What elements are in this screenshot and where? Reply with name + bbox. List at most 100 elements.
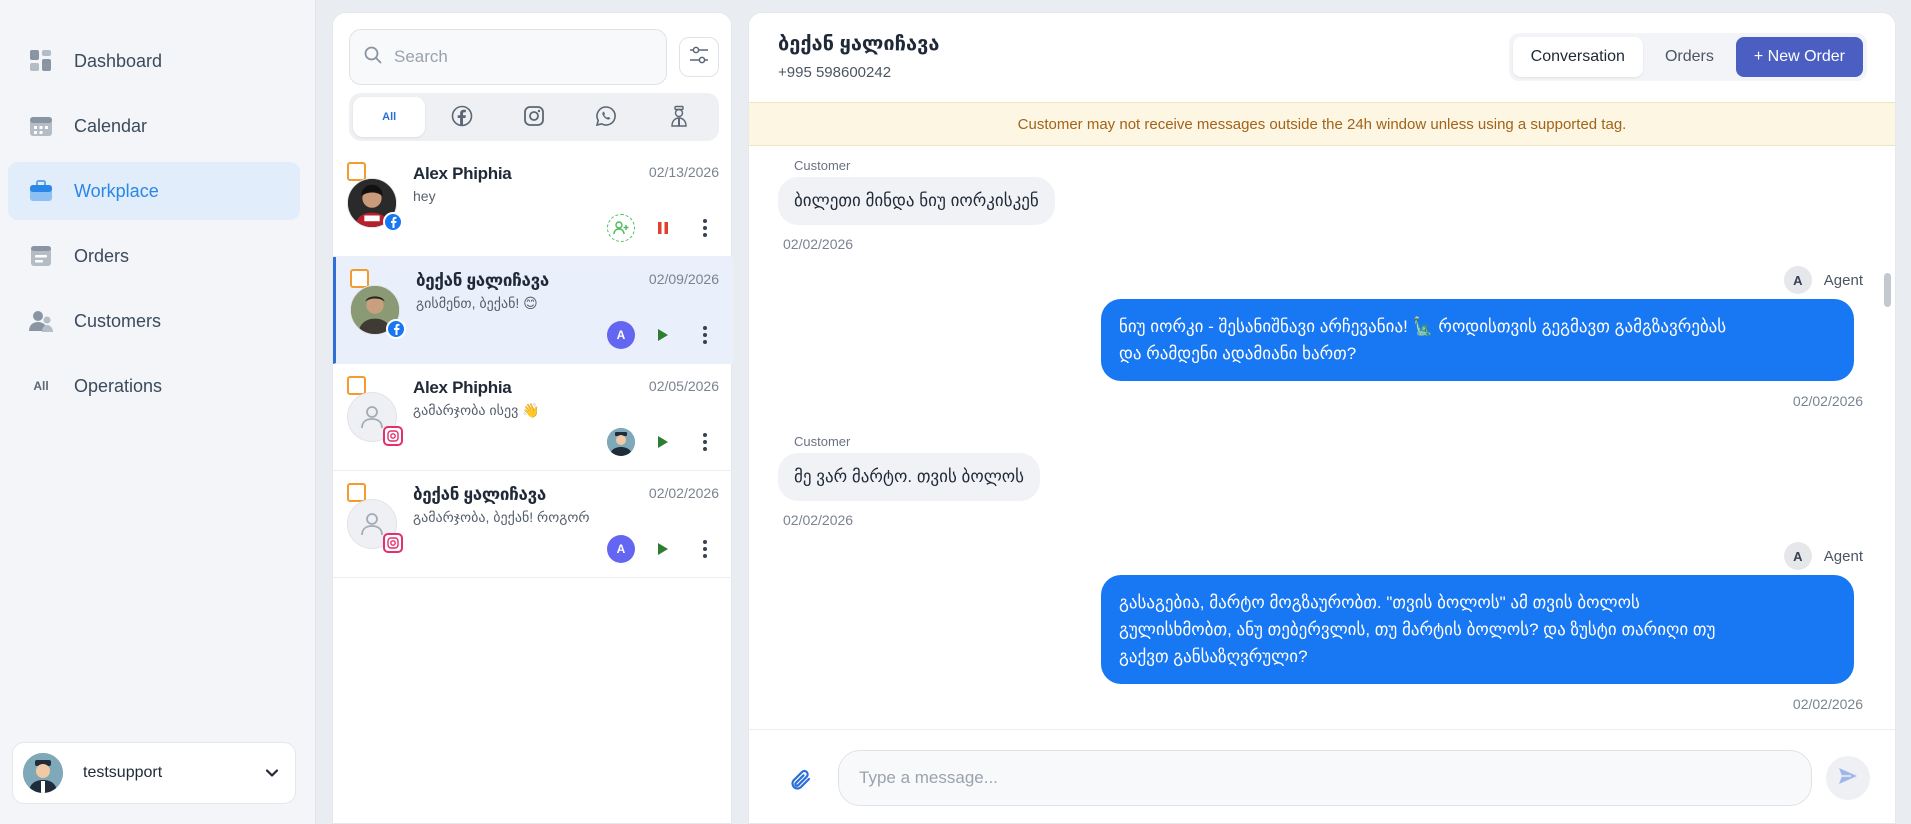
- conversation-item[interactable]: Alex Phiphia hey 02/13/2026: [333, 150, 733, 257]
- message-line: გასაგებია, მარტო მოგზაურობთ. "თვის ბოლოს…: [1119, 593, 1640, 612]
- agent-avatar: A: [1783, 266, 1812, 294]
- play-icon[interactable]: [649, 321, 677, 349]
- nav-item-dashboard[interactable]: Dashboard: [8, 32, 300, 90]
- select-checkbox[interactable]: [347, 483, 366, 502]
- nav-item-operations[interactable]: All Operations: [8, 357, 300, 415]
- calendar-icon: [28, 113, 54, 139]
- chat-panel: ბექან ყალიჩავა +995 598600242 Conversati…: [748, 12, 1896, 824]
- tab-conversation[interactable]: Conversation: [1512, 37, 1643, 77]
- chat-header: ბექან ყალიჩავა +995 598600242 Conversati…: [749, 13, 1895, 101]
- assignee-avatar[interactable]: A: [607, 321, 635, 349]
- instagram-badge-icon: [383, 533, 403, 553]
- conversation-name: ბექან ყალიჩავა: [416, 271, 550, 290]
- customers-icon: [28, 308, 54, 334]
- more-options-icon[interactable]: [691, 214, 719, 242]
- chat-tabs: Conversation Orders + New Order: [1508, 33, 1867, 81]
- nav-item-workplace[interactable]: Workplace: [8, 162, 300, 220]
- search-input[interactable]: [394, 47, 634, 67]
- conversation-name: ბექან ყალიჩავა: [413, 485, 547, 504]
- messaging-window-warning: Customer may not receive messages outsid…: [749, 102, 1895, 146]
- assign-user-icon[interactable]: [607, 214, 635, 242]
- agent-label: A Agent: [1783, 542, 1863, 570]
- tab-instagram[interactable]: [498, 97, 570, 137]
- user-menu[interactable]: testsupport: [12, 742, 296, 804]
- play-icon[interactable]: [649, 535, 677, 563]
- channel-filter-tabs: All: [349, 93, 719, 141]
- more-options-icon[interactable]: [691, 428, 719, 456]
- conversation-item[interactable]: ბექან ყალიჩავა გამარჯობა, ბექან! როგორ 0…: [333, 471, 733, 578]
- briefcase-icon: [28, 178, 54, 204]
- nav-item-calendar[interactable]: Calendar: [8, 97, 300, 155]
- conversation-preview: გისმენთ, ბექან! 😊: [416, 295, 538, 311]
- message-line: გულისხმობთ, ანუ თებერვლის, თუ მარტის ბოლ…: [1119, 620, 1716, 639]
- message-input-box: [838, 750, 1812, 806]
- message-timestamp: 02/02/2026: [783, 236, 854, 252]
- thread-scrollbar[interactable]: [1881, 146, 1891, 726]
- play-icon[interactable]: [649, 428, 677, 456]
- dashboard-icon: [28, 48, 54, 74]
- facebook-icon: [451, 105, 473, 130]
- filter-button[interactable]: [679, 37, 719, 77]
- message-bubble-outgoing: ნიუ იორკი - შესანიშნავი არჩევანია! 🗽 როდ…: [1101, 299, 1854, 381]
- more-options-icon[interactable]: [691, 321, 719, 349]
- sender-label: Customer: [794, 434, 851, 449]
- select-checkbox[interactable]: [350, 269, 369, 288]
- chevron-down-icon[interactable]: [263, 764, 281, 782]
- user-name: testsupport: [83, 764, 163, 781]
- conversation-name: Alex Phiphia: [413, 164, 512, 183]
- tab-whatsapp[interactable]: [570, 97, 642, 137]
- tab-orders[interactable]: Orders: [1647, 37, 1732, 77]
- nav-label: Orders: [74, 245, 130, 266]
- assignee-avatar[interactable]: [607, 428, 635, 456]
- conversation-item[interactable]: ბექან ყალიჩავა გისმენთ, ბექან! 😊 02/09/2…: [333, 257, 733, 364]
- assignee-avatar[interactable]: A: [607, 535, 635, 563]
- tab-label: All: [382, 111, 397, 123]
- select-checkbox[interactable]: [347, 376, 366, 395]
- sender-label: Agent: [1823, 547, 1863, 565]
- conversation-name: Alex Phiphia: [413, 378, 512, 397]
- message-bubble-incoming: ბილეთი მინდა ნიუ იორკისკენ: [778, 177, 1055, 225]
- orders-icon: [28, 243, 54, 269]
- conversation-date: 02/02/2026: [648, 485, 719, 501]
- tab-all[interactable]: All: [353, 97, 426, 137]
- search-box: [349, 29, 667, 85]
- message-line: გაქვთ განსაზღვრული?: [1119, 647, 1308, 666]
- message-timestamp: 02/02/2026: [783, 512, 854, 528]
- message-timestamp: 02/02/2026: [1792, 393, 1863, 409]
- message-thread: Customer ბილეთი მინდა ნიუ იორკისკენ 02/0…: [749, 146, 1879, 729]
- conversation-date: 02/09/2026: [648, 271, 719, 287]
- message-line: და რამდენი ადამიანი ხართ?: [1119, 344, 1357, 363]
- send-icon: [1837, 765, 1859, 792]
- facebook-badge-icon: [386, 319, 406, 339]
- nav-item-customers[interactable]: Customers: [8, 292, 300, 350]
- send-button[interactable]: [1826, 756, 1870, 800]
- sender-label: Customer: [794, 158, 851, 173]
- facebook-badge-icon: [383, 212, 403, 232]
- message-bubble-incoming: მე ვარ მარტო. თვის ბოლოს: [778, 453, 1041, 501]
- nav-label: Calendar: [74, 115, 148, 136]
- more-options-icon[interactable]: [691, 535, 719, 563]
- message-timestamp: 02/02/2026: [1792, 696, 1863, 712]
- conversation-list-panel: All Alex Phiphia hey 02/13/2026: [332, 12, 733, 824]
- tab-facebook[interactable]: [425, 97, 497, 137]
- new-order-button[interactable]: + New Order: [1735, 37, 1863, 77]
- nav-label: Customers: [74, 310, 162, 331]
- conversation-date: 02/13/2026: [648, 164, 719, 180]
- scrollbar-thumb[interactable]: [1884, 273, 1891, 307]
- sender-label: Agent: [1823, 271, 1863, 289]
- select-checkbox[interactable]: [347, 162, 366, 181]
- conversation-item[interactable]: Alex Phiphia გამარჯობა ისევ 👋 02/05/2026: [333, 364, 733, 471]
- left-navigation: Dashboard Calendar Workplace Orders Cust…: [0, 0, 316, 824]
- tab-agent[interactable]: [643, 97, 715, 137]
- whatsapp-icon: [595, 105, 617, 130]
- message-input[interactable]: [859, 768, 1759, 788]
- conversation-preview: გამარჯობა ისევ 👋: [413, 402, 540, 418]
- pause-icon[interactable]: [649, 214, 677, 242]
- paperclip-icon[interactable]: [785, 764, 817, 796]
- nav-label: Dashboard: [74, 50, 163, 71]
- nav-label: Operations: [74, 375, 163, 396]
- nav-item-orders[interactable]: Orders: [8, 227, 300, 285]
- agent-icon: [668, 105, 690, 130]
- agent-label: A Agent: [1783, 266, 1863, 294]
- search-icon: [364, 46, 382, 69]
